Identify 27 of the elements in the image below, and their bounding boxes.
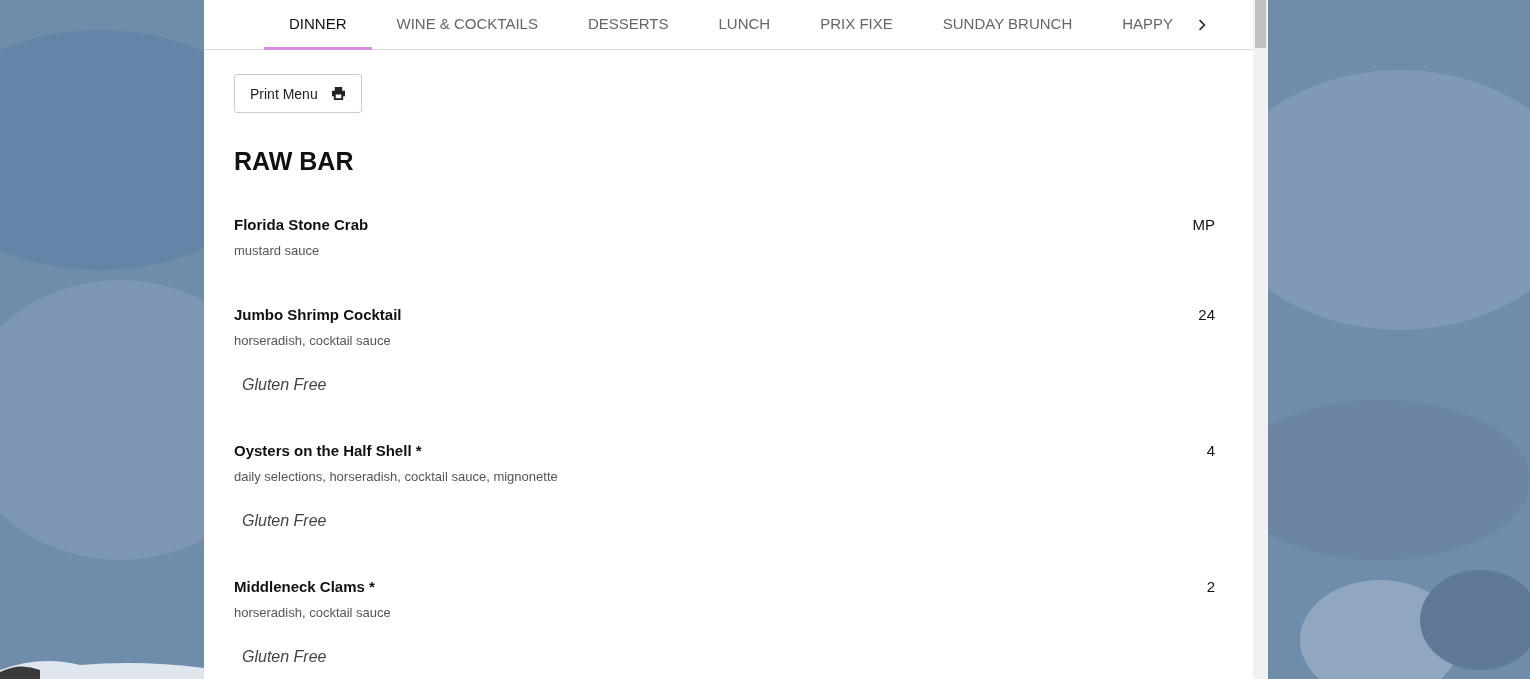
printer-icon [330, 87, 346, 100]
dish-price: 24 [1198, 306, 1215, 323]
dish-name: Middleneck Clams * [234, 578, 375, 595]
section-title: RAW BAR [234, 147, 355, 176]
menu-tab[interactable]: SUNDAY BRUNCH [917, 0, 1098, 50]
dish-description: horseradish, cocktail sauce [234, 605, 392, 620]
dish-price: MP [1192, 216, 1215, 233]
menu-tab[interactable]: WINE & COCKTAILS [371, 0, 563, 50]
dish-description: mustard sauce [234, 243, 321, 258]
dish-price: 2 [1206, 578, 1215, 595]
dish-name: Oysters on the Half Shell * [234, 442, 422, 459]
menu-tab[interactable]: DINNER [264, 0, 372, 50]
dish-description: horseradish, cocktail sauce [234, 333, 392, 348]
scrollbar[interactable] [1253, 0, 1268, 679]
dietary-tag: Gluten Free [234, 648, 1215, 666]
menu-tab[interactable]: HAPPY [1097, 0, 1199, 50]
dish-name: Florida Stone Crab [234, 216, 369, 233]
chevron-right-icon[interactable] [1198, 18, 1207, 31]
menu-tab[interactable]: DESSERTS [562, 0, 694, 50]
dietary-tag: Gluten Free [234, 512, 1215, 530]
dish-name: Jumbo Shrimp Cocktail [234, 306, 402, 323]
dish-description: daily selections, horseradish, cocktail sauce, mignonette [234, 469, 559, 484]
print-menu-button[interactable]: Print Menu [234, 74, 362, 113]
dish-price: 4 [1206, 442, 1215, 459]
dietary-tag: Gluten Free [234, 376, 1215, 394]
menu-tab[interactable]: LUNCH [693, 0, 796, 50]
menu-tab[interactable]: PRIX FIXE [795, 0, 918, 50]
